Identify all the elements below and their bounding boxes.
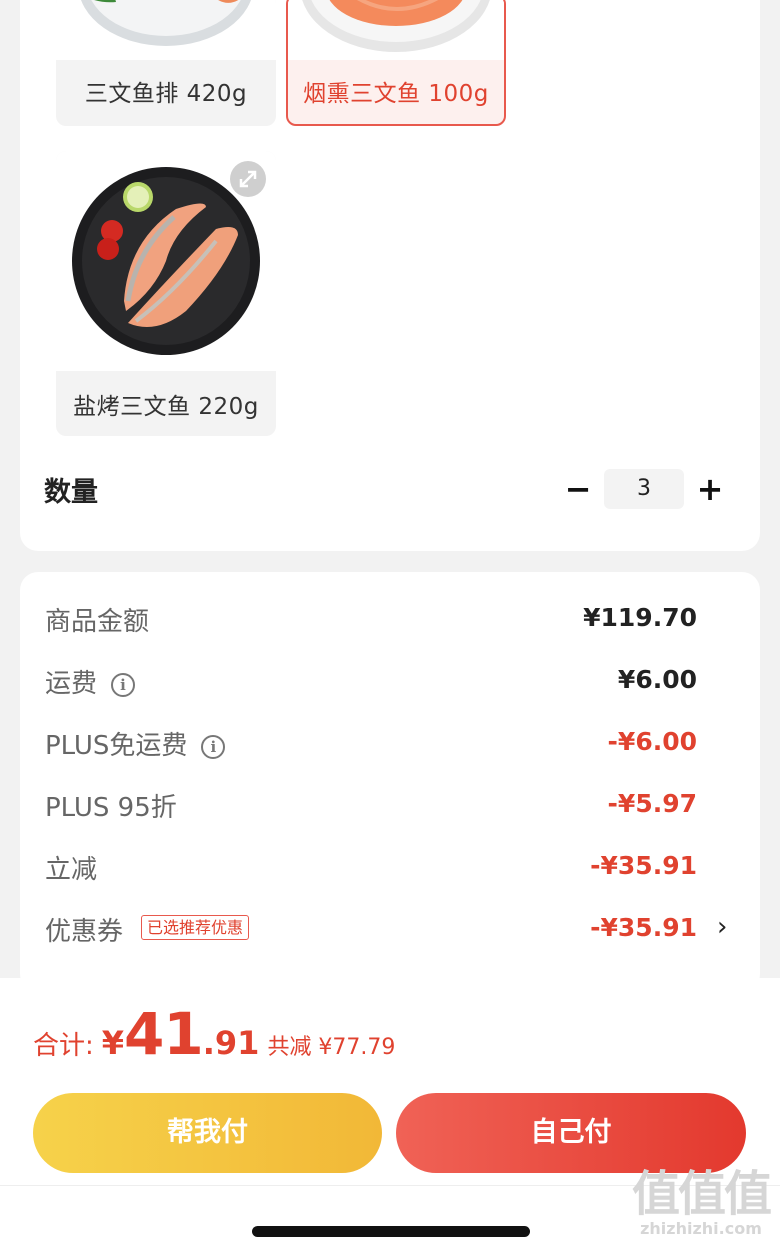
coupon-recommended-tag: 已选推荐优惠 [141,915,250,940]
price-row-label: 立减 [45,855,98,885]
total-summary: 合计: ¥41.91 共减 ¥77.79 [33,1000,395,1068]
variant-option-salmon-steak[interactable]: 三文鱼排 420g [56,0,276,126]
info-icon[interactable]: i [201,734,226,759]
variant-option-smoked-salmon[interactable]: 烟熏三文鱼 100g [286,0,506,126]
variant-label: 盐烤三文鱼 220g [73,394,259,420]
variant-label: 三文鱼排 420g [84,81,248,107]
price-row-value: -¥35.91 [590,851,697,880]
price-row-label: PLUS 95折 [45,793,177,823]
watermark-url: zhizhizhi.com [640,1219,762,1238]
info-icon[interactable]: i [111,672,136,697]
price-row-label: 运费 i [45,663,136,700]
total-integer: 41 [124,1000,204,1068]
self-pay-button[interactable]: 自己付 [396,1093,746,1173]
quantity-plus-button[interactable]: + [690,466,730,512]
chevron-right-icon[interactable]: › [717,912,727,942]
smoked-salmon-image [288,0,504,60]
salmon-steak-image [56,0,276,60]
total-label: 合计: [33,1031,94,1061]
price-row-value: -¥6.00 [607,727,697,756]
help-pay-button[interactable]: 帮我付 [33,1093,382,1173]
total-saved: 共减 ¥77.79 [267,1035,396,1060]
total-decimal: .91 [202,1024,260,1062]
watermark: 值值值 zhizhizhi.com [631,1166,772,1238]
price-row-label: 商品金额 [45,607,150,637]
price-row-label: PLUS免运费 i [45,725,226,762]
variant-label: 烟熏三文鱼 100g [303,81,489,107]
total-currency: ¥ [101,1024,125,1062]
price-row-value: ¥119.70 [583,603,697,632]
expand-icon[interactable] [230,161,266,197]
variant-option-salt-grilled-salmon[interactable]: 盐烤三文鱼 220g [56,151,276,436]
home-indicator[interactable] [252,1226,530,1237]
coupon-row-label[interactable]: 优惠券 [45,911,123,948]
quantity-label: 数量 [44,477,98,508]
price-row-value: ¥6.00 [617,665,697,694]
quantity-minus-button[interactable]: − [558,466,598,512]
coupon-row-value[interactable]: -¥35.91 [590,913,697,942]
watermark-logo: 值值值 [631,1166,772,1222]
price-row-value: -¥5.97 [607,789,697,818]
quantity-input[interactable]: 3 [604,469,684,509]
